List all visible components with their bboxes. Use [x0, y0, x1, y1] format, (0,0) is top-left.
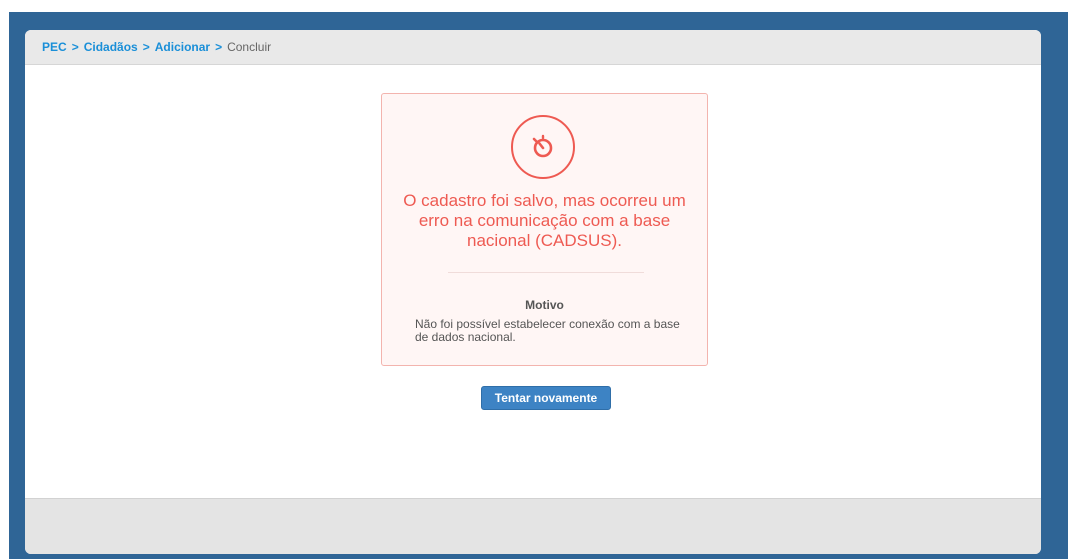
breadcrumb-adicionar-link[interactable]: Adicionar: [155, 40, 210, 54]
reason-label: Motivo: [525, 298, 564, 312]
breadcrumb-current: Concluir: [227, 40, 272, 54]
main-panel: PEC > Cidadãos > Adicionar > Concluir O …: [25, 30, 1041, 554]
footer-bar: [25, 498, 1041, 554]
breadcrumb-separator: >: [215, 40, 223, 54]
retry-button[interactable]: Tentar novamente: [481, 386, 611, 410]
breadcrumb-cidadaos-link[interactable]: Cidadãos: [84, 40, 138, 54]
breadcrumb: PEC > Cidadãos > Adicionar > Concluir: [25, 30, 1041, 65]
error-title: O cadastro foi salvo, mas ocorreu um err…: [403, 191, 686, 250]
stopwatch-alert-icon: [511, 115, 575, 179]
divider: [448, 272, 644, 273]
breadcrumb-separator: >: [142, 40, 150, 54]
breadcrumb-separator: >: [71, 40, 79, 54]
breadcrumb-pec-link[interactable]: PEC: [42, 40, 67, 54]
reason-text: Não foi possível estabelecer conexão com…: [415, 317, 680, 344]
error-card: O cadastro foi salvo, mas ocorreu um err…: [381, 93, 708, 366]
